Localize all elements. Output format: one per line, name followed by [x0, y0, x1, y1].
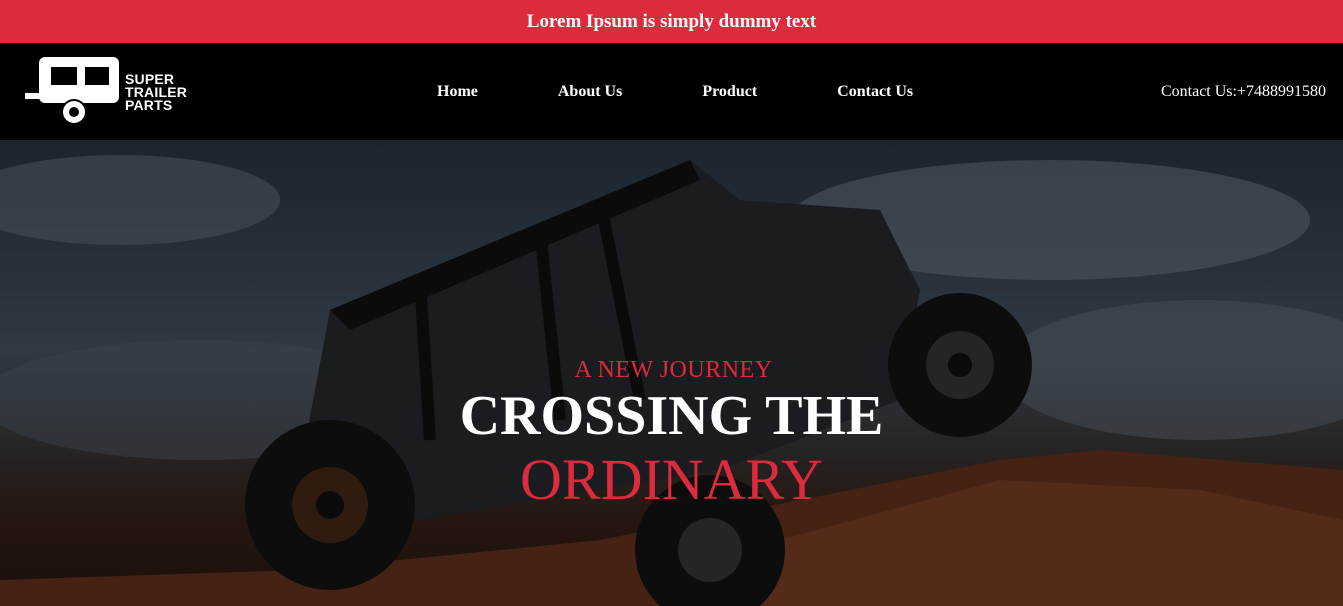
nav-home-link[interactable]: Home	[437, 83, 478, 101]
nav-product-link[interactable]: Product	[702, 83, 757, 101]
nav-contact-link[interactable]: Contact Us	[837, 83, 913, 101]
brand-logo[interactable]: SUPER TRAILER PARTS	[25, 57, 187, 127]
brand-line-3: PARTS	[125, 96, 173, 113]
trailer-icon	[25, 57, 119, 125]
announcement-bar: Lorem Ipsum is simply dummy text	[0, 0, 1343, 43]
main-navbar: SUPER TRAILER PARTS Home About Us Produc…	[0, 43, 1343, 140]
main-menu: Home About Us Product Contact Us	[437, 43, 913, 140]
hero-headline: CROSSING THE	[459, 385, 884, 447]
announcement-text: Lorem Ipsum is simply dummy text	[526, 10, 817, 32]
hero-text-block: A NEW JOURNEY CROSSING THE ORDINARY	[0, 355, 1343, 513]
contact-phone: Contact Us:+7488991580	[1160, 82, 1326, 100]
nav-about-link[interactable]: About Us	[558, 83, 622, 101]
hero-banner: A NEW JOURNEY CROSSING THE ORDINARY	[0, 140, 1343, 606]
hero-kicker: A NEW JOURNEY	[574, 357, 773, 383]
brand-name: SUPER TRAILER PARTS	[125, 72, 187, 113]
hero-headline-accent: ORDINARY	[520, 447, 823, 512]
